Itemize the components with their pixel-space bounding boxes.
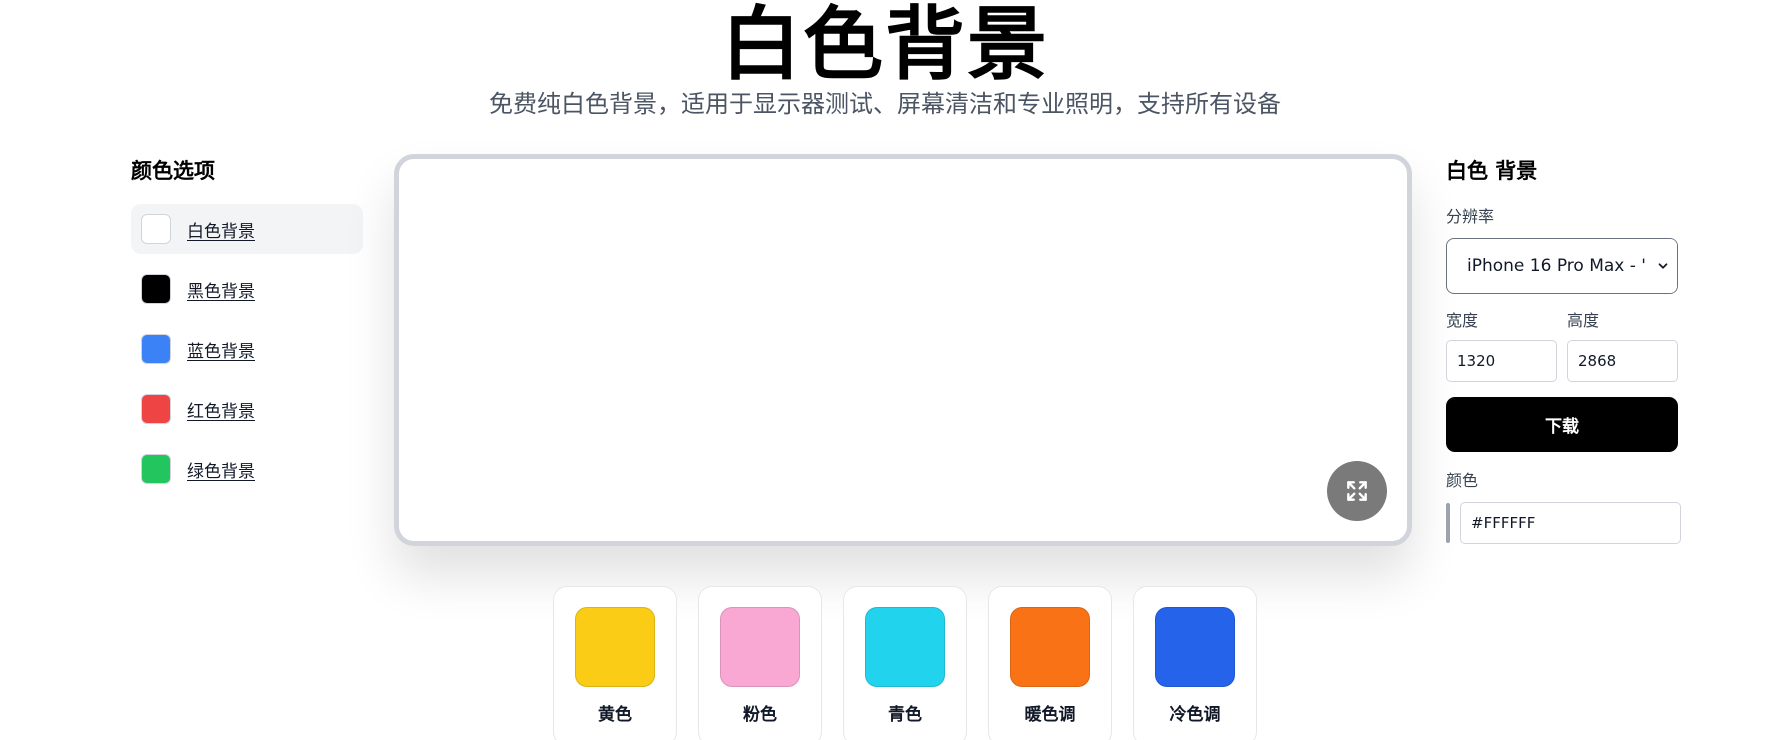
color-hex-input[interactable] (1460, 502, 1681, 544)
color-options-sidebar: 颜色选项 白色背景 黑色背景 蓝色背景 红色背景 绿色背景 (131, 156, 363, 504)
background-preview (394, 154, 1412, 546)
color-swatch (141, 274, 171, 304)
resolution-select[interactable]: iPhone 16 Pro Max - ' (1446, 238, 1678, 294)
sidebar-item-green[interactable]: 绿色背景 (131, 444, 363, 494)
color-card-warm[interactable]: 暖色调 (988, 586, 1112, 740)
card-swatch (720, 607, 800, 687)
sidebar-item-label: 蓝色背景 (187, 341, 255, 362)
sidebar-title: 颜色选项 (131, 159, 215, 183)
sidebar-item-label: 黑色背景 (187, 281, 255, 302)
panel-title: 白色 背景 (1446, 159, 1538, 183)
resolution-select-value: iPhone 16 Pro Max - ' (1467, 256, 1646, 276)
card-swatch (1155, 607, 1235, 687)
color-swatch (141, 394, 171, 424)
color-card-cyan[interactable]: 青色 (843, 586, 967, 740)
fullscreen-button[interactable] (1327, 461, 1387, 521)
card-swatch (865, 607, 945, 687)
card-label: 冷色调 (1169, 705, 1221, 725)
color-card-pink[interactable]: 粉色 (698, 586, 822, 740)
page-title: 白色背景 (721, 0, 1049, 91)
height-input[interactable] (1567, 340, 1678, 382)
width-label: 宽度 (1446, 311, 1479, 330)
settings-panel: 白色 背景 分辨率 iPhone 16 Pro Max - ' 宽度 高度 下载… (1446, 156, 1682, 544)
sidebar-item-label: 绿色背景 (187, 461, 255, 482)
card-label: 暖色调 (1024, 705, 1076, 725)
height-label: 高度 (1567, 311, 1600, 330)
card-label: 粉色 (743, 705, 777, 725)
chevron-down-icon (1649, 239, 1677, 293)
color-label: 颜色 (1446, 471, 1479, 490)
width-input[interactable] (1446, 340, 1557, 382)
card-label: 青色 (888, 705, 922, 725)
width-field-group: 宽度 (1446, 310, 1557, 382)
sidebar-item-black[interactable]: 黑色背景 (131, 264, 363, 314)
color-list: 白色背景 黑色背景 蓝色背景 红色背景 绿色背景 (131, 204, 363, 494)
color-card-cool[interactable]: 冷色调 (1133, 586, 1257, 740)
height-field-group: 高度 (1567, 310, 1678, 382)
color-swatch (141, 454, 171, 484)
sidebar-item-blue[interactable]: 蓝色背景 (131, 324, 363, 374)
color-card-yellow[interactable]: 黄色 (553, 586, 677, 740)
page-subtitle: 免费纯白色背景，适用于显示器测试、屏幕清洁和专业照明，支持所有设备 (489, 90, 1281, 118)
dimension-fields: 宽度 高度 (1446, 310, 1682, 382)
color-swatch (141, 214, 171, 244)
color-swatch (141, 334, 171, 364)
card-swatch (1010, 607, 1090, 687)
card-swatch (575, 607, 655, 687)
sidebar-item-label: 白色背景 (187, 221, 255, 242)
resolution-label: 分辨率 (1446, 207, 1495, 226)
expand-icon (1347, 481, 1367, 501)
sidebar-item-white[interactable]: 白色背景 (131, 204, 363, 254)
sidebar-item-red[interactable]: 红色背景 (131, 384, 363, 434)
more-colors-row: 黄色 粉色 青色 暖色调 冷色调 (553, 586, 1257, 740)
color-indicator (1446, 503, 1450, 543)
card-label: 黄色 (598, 705, 632, 725)
sidebar-item-label: 红色背景 (187, 401, 255, 422)
color-field (1446, 502, 1682, 544)
download-button[interactable]: 下载 (1446, 397, 1678, 452)
